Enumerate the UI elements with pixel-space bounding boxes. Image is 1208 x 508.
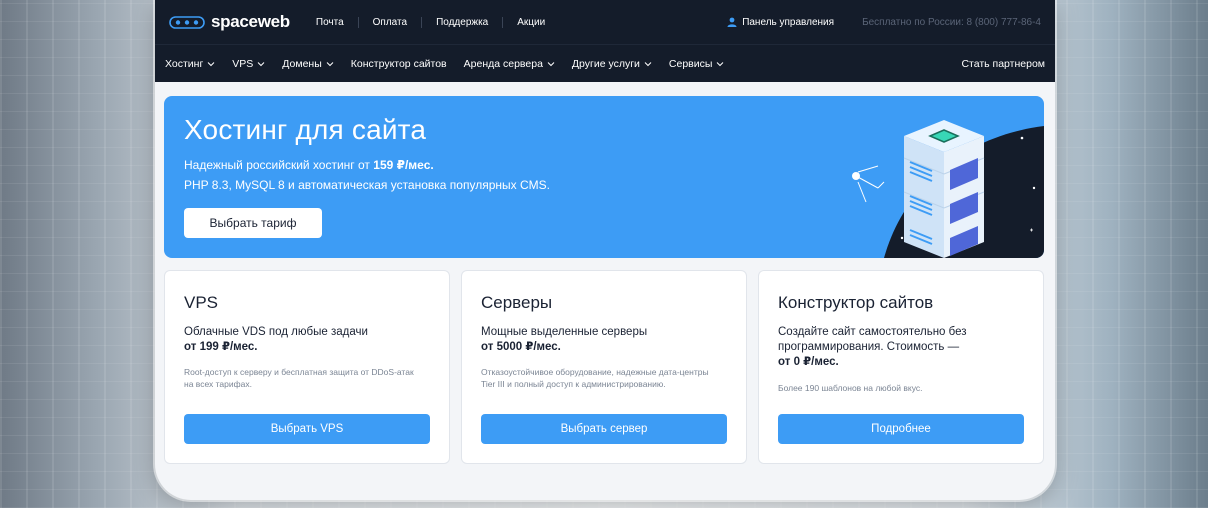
main-nav-label: Аренда сервера: [463, 57, 543, 70]
main-nav-vps[interactable]: VPS: [232, 58, 265, 70]
main-nav: Хостинг VPS Домены Конструктор сайтов Ар…: [155, 44, 1055, 82]
chevron-down-icon: [326, 61, 334, 66]
top-nav-support[interactable]: Поддержка: [421, 16, 502, 28]
card-vps: VPS Облачные VDS под любые задачи от 199 …: [164, 270, 450, 464]
card-description-text: Облачные VDS под любые задачи: [184, 326, 368, 338]
control-panel-link[interactable]: Панель управления: [727, 17, 834, 28]
chevron-down-icon: [547, 61, 555, 66]
spaceweb-logo-icon: [169, 16, 205, 29]
card-description: Мощные выделенные серверы от 5000 ₽/мес.: [481, 325, 721, 355]
card-title: VPS: [184, 293, 219, 312]
card-price: от 199 ₽/мес.: [184, 341, 258, 353]
logo-text: spaceweb: [211, 12, 290, 31]
browser-viewport: spaceweb Почта Оплата Поддержка Акции Па…: [155, 0, 1055, 500]
card-servers: Серверы Мощные выделенные серверы от 5000…: [461, 270, 747, 464]
main-nav-label: Другие услуги: [571, 57, 640, 70]
main-nav-label: Конструктор сайтов: [350, 57, 447, 70]
card-note: Более 190 шаблонов на любой вкус.: [778, 383, 923, 393]
top-bar: spaceweb Почта Оплата Поддержка Акции Па…: [155, 0, 1055, 44]
control-panel-label: Панель управления: [742, 16, 835, 28]
card-note: Root-доступ к серверу и бесплатная защит…: [184, 367, 414, 389]
hero-subtitle: Надежный российский хостинг от 159 ₽/мес…: [184, 158, 434, 172]
product-cards: VPS Облачные VDS под любые задачи от 199 …: [164, 270, 1044, 464]
main-nav-label: VPS: [232, 57, 254, 70]
card-note: Отказоустойчивое оборудование, надежные …: [481, 367, 709, 389]
main-nav-label: Хостинг: [165, 57, 204, 70]
user-icon: [727, 17, 737, 27]
chevron-down-icon: [717, 61, 724, 66]
hero-banner: Хостинг для сайта Надежный российский хо…: [164, 96, 1044, 258]
become-partner-link[interactable]: Стать партнером: [961, 58, 1045, 70]
hero-title: Хостинг для сайта: [184, 114, 427, 145]
server-stack-illustration: [852, 120, 1044, 258]
top-nav-mail[interactable]: Почта: [316, 17, 358, 28]
top-nav-promotions[interactable]: Акции: [502, 16, 559, 28]
main-nav-hosting[interactable]: Хостинг: [165, 58, 215, 70]
main-nav-domains[interactable]: Домены: [282, 57, 334, 70]
top-nav: Почта Оплата Поддержка Акции: [316, 16, 559, 28]
main-nav-label: Домены: [282, 57, 322, 70]
card-description: Создайте сайт самостоятельно без програм…: [778, 325, 1018, 370]
card-description: Облачные VDS под любые задачи от 199 ₽/ме…: [184, 325, 424, 355]
top-nav-payment[interactable]: Оплата: [357, 16, 421, 28]
hero-price: 159 ₽/мес.: [373, 158, 434, 172]
card-site-builder: Конструктор сайтов Создайте сайт самосто…: [758, 270, 1044, 464]
main-nav-site-builder[interactable]: Конструктор сайтов: [351, 58, 447, 70]
card-description-text: Создайте сайт самостоятельно без програм…: [778, 326, 967, 353]
card-description-text: Мощные выделенные серверы: [481, 326, 648, 338]
hero-subtitle-text: Надежный российский хостинг от: [184, 158, 374, 172]
card-title: Конструктор сайтов: [778, 293, 934, 312]
satellite-icon: [852, 165, 885, 203]
chevron-down-icon: [644, 61, 652, 66]
chevron-down-icon: [207, 61, 215, 66]
card-price: от 5000 ₽/мес.: [481, 341, 561, 353]
main-nav-label: Сервисы: [668, 57, 713, 70]
main-nav-other-services[interactable]: Другие услуги: [572, 58, 652, 70]
main-nav-server-rent[interactable]: Аренда сервера: [464, 58, 555, 70]
main-nav-services[interactable]: Сервисы: [669, 58, 725, 70]
logo[interactable]: spaceweb: [169, 12, 290, 32]
top-right: Панель управления Бесплатно по России: 8…: [727, 17, 1041, 28]
card-title: Серверы: [481, 293, 553, 312]
hero-features: PHP 8.3, MySQL 8 и автоматическая устано…: [184, 178, 550, 192]
choose-vps-button[interactable]: Выбрать VPS: [184, 414, 430, 444]
chevron-down-icon: [257, 61, 265, 66]
phone-number[interactable]: Бесплатно по России: 8 (800) 777-86-4: [862, 17, 1041, 28]
choose-plan-button[interactable]: Выбрать тариф: [184, 208, 322, 238]
choose-server-button[interactable]: Выбрать сервер: [481, 414, 727, 444]
more-details-button[interactable]: Подробнее: [778, 414, 1024, 444]
card-price: от 0 ₽/мес.: [778, 356, 839, 368]
